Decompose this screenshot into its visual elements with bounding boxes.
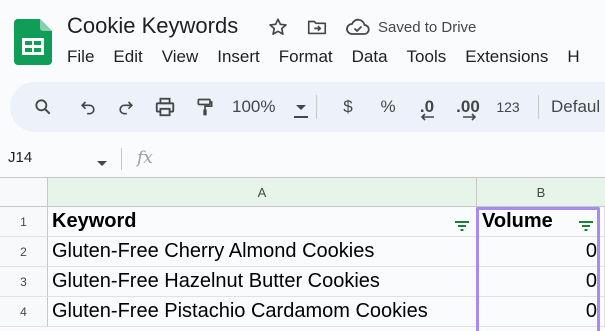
row-header[interactable]: 2 <box>0 237 48 267</box>
font-select[interactable]: Defaul <box>551 95 605 119</box>
print-icon[interactable] <box>152 95 178 119</box>
number-format-button[interactable]: 123 <box>494 95 522 119</box>
table-cell-keyword[interactable]: Gluten-Free Hazelnut Butter Cookies <box>48 267 477 297</box>
table-cell-volume[interactable]: 0 <box>477 237 605 267</box>
menu-view[interactable]: View <box>162 47 199 69</box>
document-title[interactable]: Cookie Keywords <box>67 13 238 39</box>
undo-icon[interactable] <box>76 95 100 119</box>
percent-format-button[interactable]: % <box>378 95 398 119</box>
menu-bar: File Edit View Insert Format Data Tools … <box>67 47 599 69</box>
arrow-right-icon <box>455 113 485 121</box>
table-cell-keyword[interactable]: Gluten-Free Pistachio Cardamom Cookies <box>48 297 477 327</box>
column-header-b[interactable]: B <box>477 178 605 207</box>
table-cell-volume[interactable]: 0 <box>477 297 605 327</box>
save-status[interactable]: Saved to Drive <box>378 19 476 36</box>
menu-edit[interactable]: Edit <box>113 47 142 69</box>
currency-format-button[interactable]: $ <box>340 95 356 119</box>
toolbar-divider <box>316 95 317 119</box>
redo-icon[interactable] <box>114 95 138 119</box>
menu-format[interactable]: Format <box>279 47 333 69</box>
row-header[interactable]: 3 <box>0 267 48 297</box>
row-header[interactable]: 4 <box>0 297 48 327</box>
filter-icon[interactable] <box>578 216 594 236</box>
filter-icon[interactable] <box>454 216 470 236</box>
column-header-a[interactable]: A <box>48 178 477 207</box>
menu-file[interactable]: File <box>67 47 94 69</box>
star-icon[interactable] <box>267 16 289 38</box>
name-box[interactable]: J14 <box>8 149 32 166</box>
toolbar-divider <box>538 95 539 119</box>
menu-insert[interactable]: Insert <box>217 47 260 69</box>
move-folder-icon[interactable] <box>306 16 328 38</box>
paint-format-icon[interactable] <box>193 95 217 119</box>
header-cell-volume[interactable]: Volume <box>477 207 605 237</box>
header-keyword-label: Keyword <box>52 210 137 232</box>
menu-data[interactable]: Data <box>352 47 388 69</box>
chevron-down-icon[interactable] <box>292 95 310 119</box>
cloud-saved-icon[interactable] <box>345 16 370 38</box>
header-volume-label: Volume <box>482 210 553 232</box>
row-header[interactable]: 1 <box>0 207 48 237</box>
formula-input[interactable] <box>170 146 600 170</box>
table-cell-volume[interactable]: 0 <box>477 267 605 297</box>
chevron-down-icon[interactable] <box>96 155 108 173</box>
menu-tools[interactable]: Tools <box>407 47 447 69</box>
header-cell-keyword[interactable]: Keyword <box>48 207 477 237</box>
table-cell-keyword[interactable]: Gluten-Free Cherry Almond Cookies <box>48 237 477 267</box>
menu-help[interactable]: H <box>567 47 579 69</box>
fx-icon: fx <box>137 148 153 168</box>
menu-extensions[interactable]: Extensions <box>465 47 548 69</box>
formula-divider <box>121 148 122 170</box>
sheets-logo-icon[interactable] <box>14 19 52 65</box>
search-icon[interactable] <box>31 95 55 119</box>
select-all-corner[interactable] <box>0 178 48 207</box>
zoom-select[interactable]: 100% <box>232 95 284 119</box>
arrow-left-icon <box>414 113 440 121</box>
